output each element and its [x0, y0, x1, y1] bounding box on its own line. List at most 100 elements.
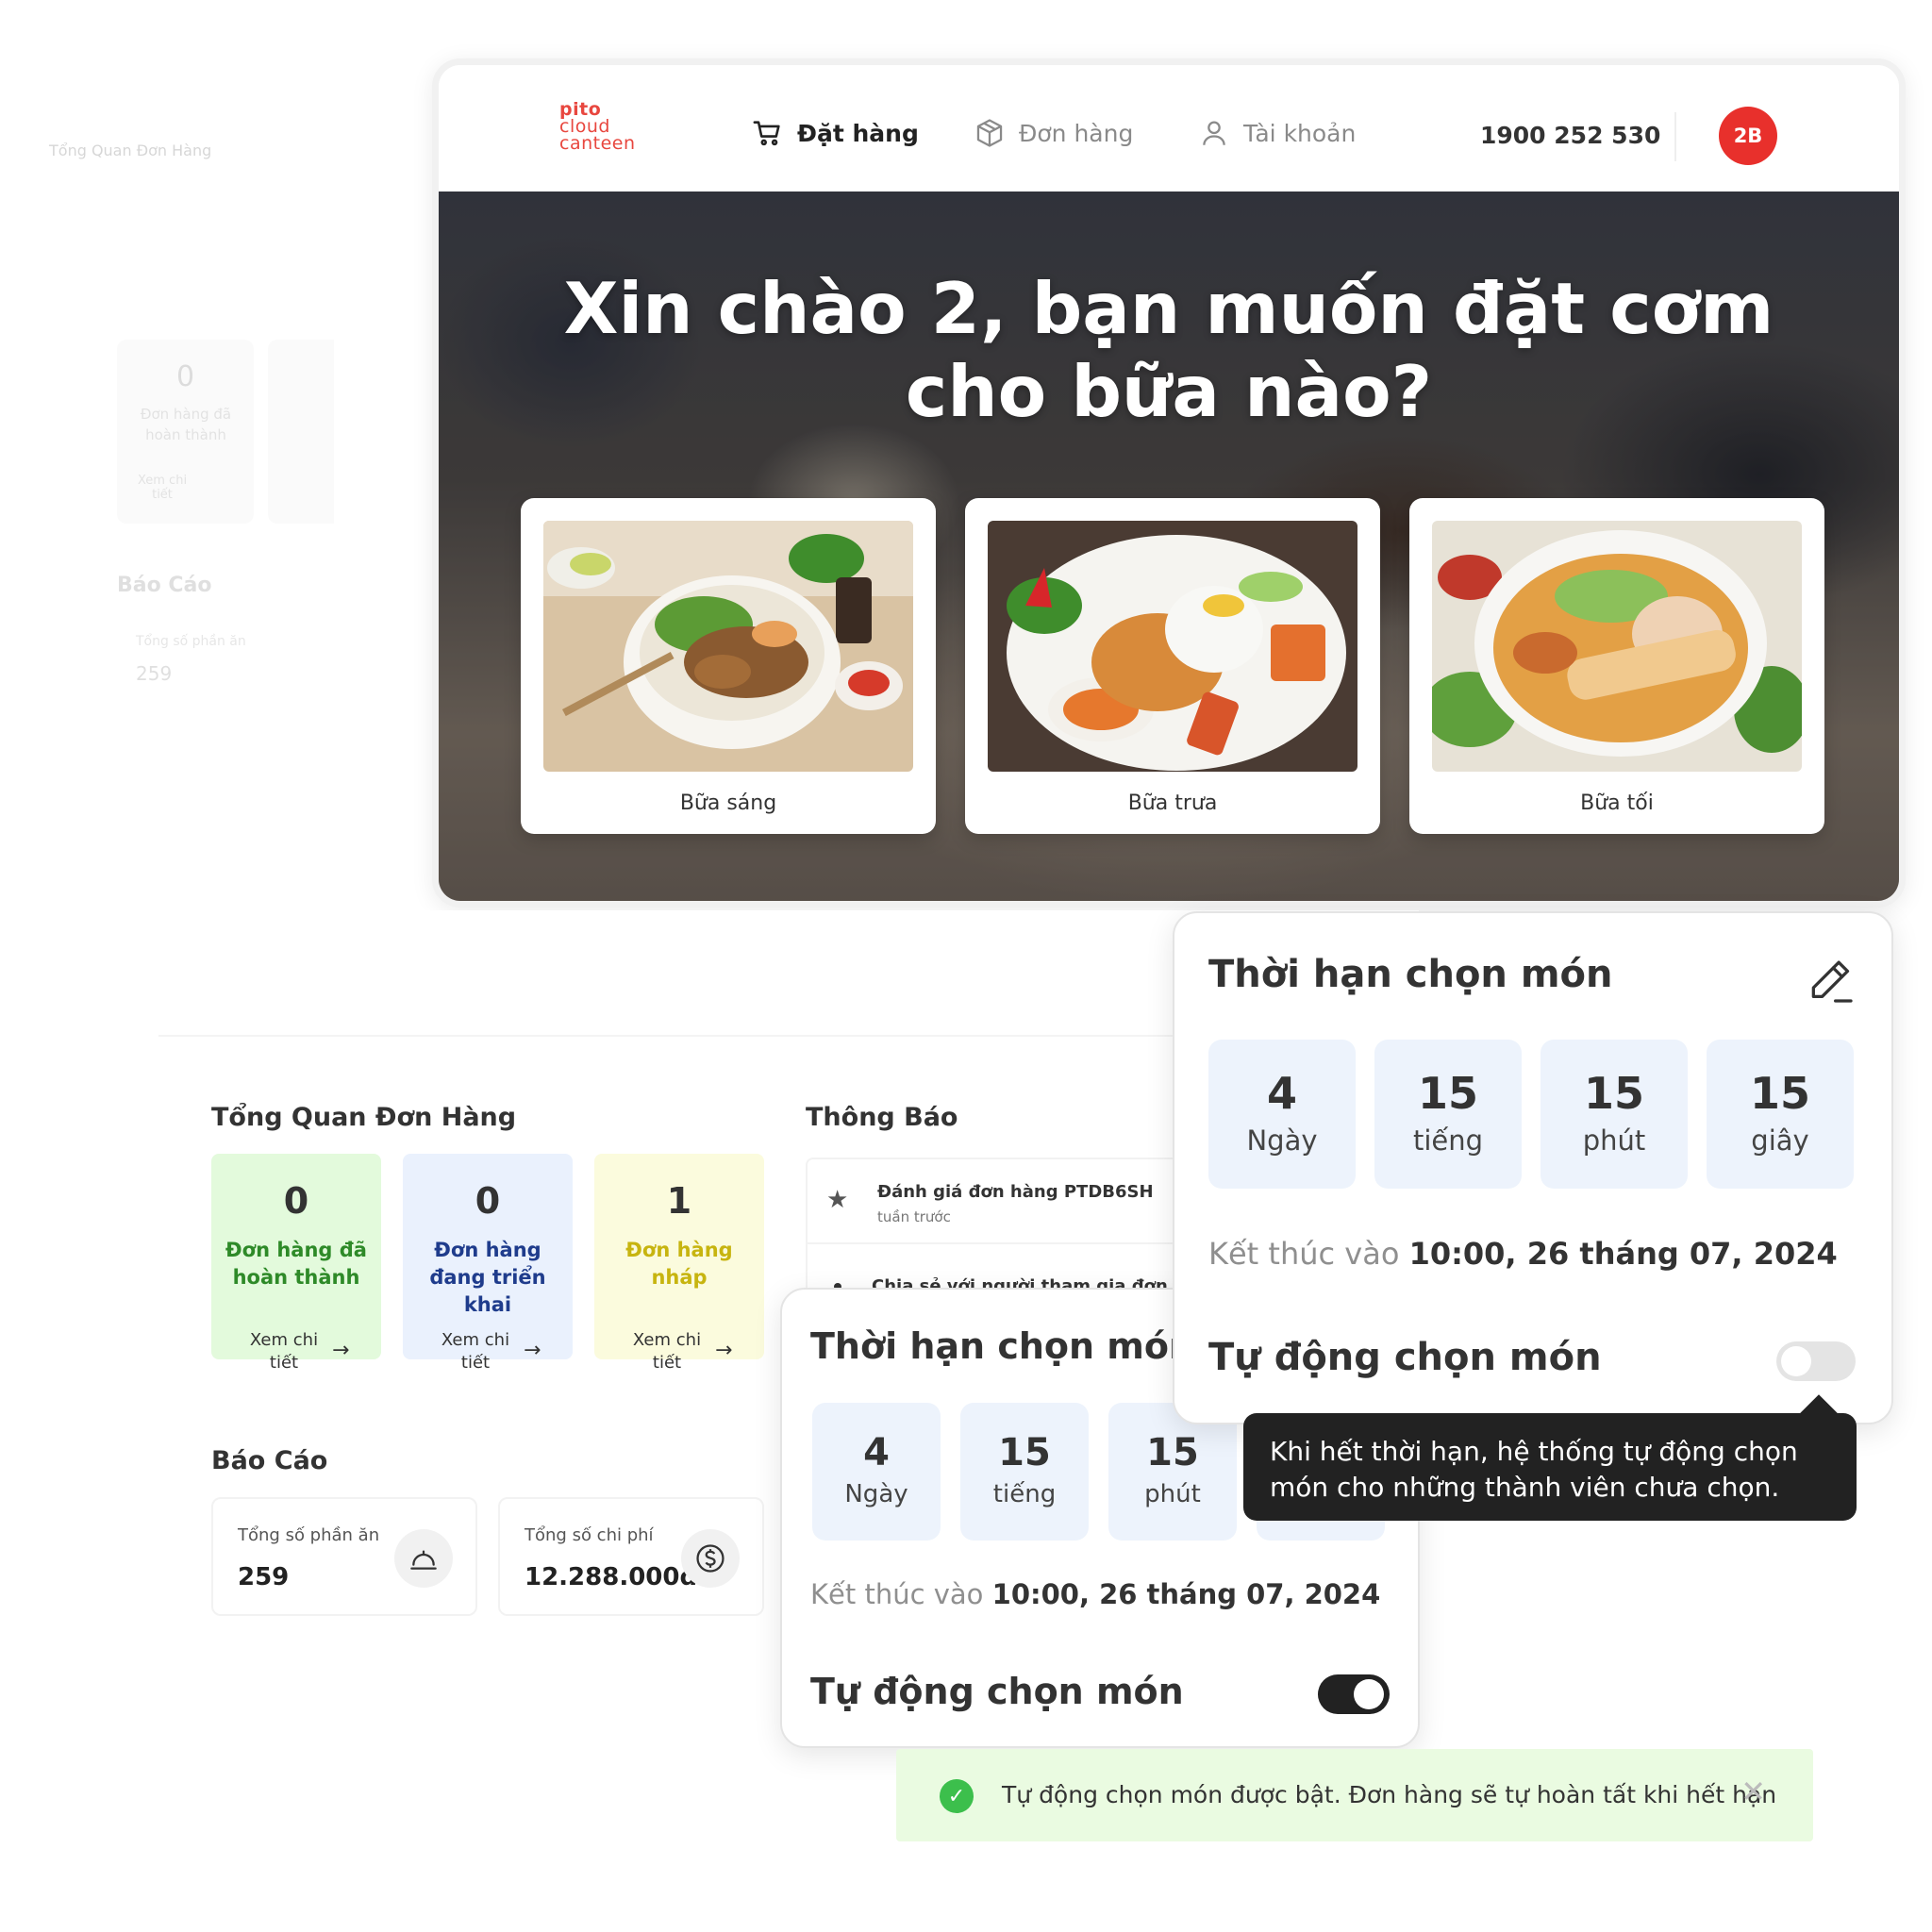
- meal-label-breakfast: Bữa sáng: [679, 791, 777, 815]
- countdown-unit: Ngày: [844, 1480, 908, 1508]
- stat-draft-orders[interactable]: 1 Đơn hàng nháp Xem chi tiết →: [594, 1154, 764, 1373]
- logo-line-3: canteen: [559, 133, 636, 154]
- deadline-panel-top: Thời hạn chọn món 4 Ngày 15 tiếng 15 phú…: [1173, 911, 1893, 1424]
- ghost-stat-link: Xem chi tiết: [137, 474, 188, 502]
- meal-label-lunch: Bữa trưa: [1127, 791, 1218, 815]
- report-value: 259: [238, 1563, 290, 1591]
- end-datetime: 10:00, 26 tháng 07, 2024: [991, 1578, 1381, 1610]
- countdown-hours: 15 tiếng: [1374, 1040, 1522, 1189]
- countdown-value: 4: [863, 1431, 890, 1474]
- nav-item-order[interactable]: Đặt hàng: [752, 114, 919, 152]
- ghost-stat-card: 0 Đơn hàng đã hoàn thành Xem chi tiết: [117, 340, 254, 524]
- arrow-right-icon: →: [715, 1339, 733, 1362]
- stat-label: Đơn hàng đã hoàn thành: [225, 1239, 367, 1289]
- countdown-value: 15: [1583, 1068, 1644, 1119]
- notifications-title: Thông Báo: [806, 1103, 958, 1132]
- report-card-cost: Tổng số chi phí 12.288.000đ: [498, 1497, 764, 1616]
- toggle-knob: [1354, 1679, 1384, 1709]
- countdown-unit: phút: [1582, 1124, 1646, 1157]
- ghost-stat-card-partial: [268, 340, 334, 524]
- cart-icon: [753, 121, 780, 146]
- deadline-end-text: Kết thúc vào 10:00, 26 tháng 07, 2024: [810, 1578, 1380, 1610]
- countdown-value: 4: [1266, 1068, 1297, 1119]
- view-detail-link[interactable]: Xem chi tiết: [435, 1329, 516, 1374]
- ghost-report-value: 259: [136, 662, 173, 685]
- countdown-unit: giây: [1751, 1124, 1809, 1157]
- ghost-title: Tổng Quan Đơn Hàng: [49, 142, 212, 159]
- notification-item[interactable]: ★ Đánh giá đơn hàng PTDB6SH tuần trước: [808, 1159, 1200, 1244]
- arrow-right-icon: →: [524, 1339, 541, 1362]
- auto-select-tooltip: Khi hết thời hạn, hệ thống tự động chọn …: [1243, 1413, 1857, 1521]
- countdown-days: 4 Ngày: [1208, 1040, 1356, 1189]
- nav-label-order: Đặt hàng: [797, 119, 919, 147]
- cloche-icon: [394, 1529, 453, 1588]
- hotline-number[interactable]: 1900 252 530: [1480, 122, 1660, 149]
- dinner-image: [1432, 521, 1802, 772]
- overview-title: Tổng Quan Đơn Hàng: [211, 1103, 517, 1132]
- countdown-unit: phút: [1144, 1480, 1201, 1508]
- nav-label-account: Tài khoản: [1243, 119, 1357, 147]
- end-datetime: 10:00, 26 tháng 07, 2024: [1408, 1236, 1838, 1272]
- auto-select-toggle[interactable]: [1776, 1341, 1856, 1381]
- report-value: 12.288.000đ: [525, 1563, 698, 1591]
- countdown-days: 4 Ngày: [812, 1403, 941, 1541]
- panel-title: Thời hạn chọn món: [1208, 953, 1613, 996]
- success-toast: ✓ Tự động chọn món được bật. Đơn hàng sẽ…: [896, 1749, 1813, 1841]
- star-icon: ★: [826, 1186, 849, 1214]
- countdown-hours: 15 tiếng: [960, 1403, 1089, 1541]
- dashboard-divider: [158, 1035, 1234, 1037]
- stat-completed-orders[interactable]: 0 Đơn hàng đã hoàn thành Xem chi tiết →: [211, 1154, 381, 1373]
- ghost-stat-value: 0: [175, 360, 195, 393]
- end-prefix: Kết thúc vào: [810, 1578, 984, 1610]
- close-icon[interactable]: ✕: [1740, 1774, 1766, 1809]
- stat-label: Đơn hàng nháp: [625, 1239, 733, 1289]
- ghost-stat-label: Đơn hàng đã hoàn thành: [140, 406, 232, 443]
- end-prefix: Kết thúc vào: [1208, 1236, 1400, 1272]
- countdown-unit: tiếng: [992, 1480, 1057, 1508]
- report-title: Báo Cáo: [211, 1446, 328, 1475]
- deadline-end-text: Kết thúc vào 10:00, 26 tháng 07, 2024: [1208, 1236, 1838, 1272]
- lunch-image: [988, 521, 1357, 772]
- logo[interactable]: pito cloud canteen: [559, 101, 636, 154]
- auto-select-label: Tự động chọn món: [810, 1671, 1184, 1712]
- user-icon: [1203, 121, 1225, 145]
- countdown-value: 15: [1417, 1068, 1478, 1119]
- report-label: Tổng số chi phí: [525, 1525, 654, 1545]
- nav-item-account[interactable]: Tài khoản: [1198, 114, 1356, 152]
- nav-item-orders[interactable]: Đơn hàng: [974, 114, 1133, 152]
- ghost-report-title: Báo Cáo: [117, 574, 212, 597]
- view-detail-link[interactable]: Xem chi tiết: [243, 1329, 325, 1374]
- countdown-unit: tiếng: [1412, 1124, 1484, 1157]
- meal-card-breakfast[interactable]: Bữa sáng: [521, 498, 936, 834]
- notification-title: Đánh giá đơn hàng PTDB6SH: [877, 1182, 1154, 1202]
- stat-value: 0: [475, 1180, 501, 1222]
- panel-title: Thời hạn chọn món: [810, 1325, 1195, 1367]
- countdown-value: 15: [998, 1431, 1051, 1474]
- countdown-minutes: 15 phút: [1541, 1040, 1688, 1189]
- arrow-right-icon: →: [332, 1339, 350, 1362]
- meal-card-lunch[interactable]: Bữa trưa: [965, 498, 1380, 834]
- top-navigation: pito cloud canteen Đặt hàng Đơn hàng Tài…: [439, 65, 1899, 192]
- report-card-portions: Tổng số phần ăn 259: [211, 1497, 477, 1616]
- nav-divider: [1674, 112, 1676, 161]
- avatar[interactable]: 2B: [1719, 107, 1777, 165]
- hero-title: Xin chào 2, bạn muốn đặt cơm cho bữa nào…: [563, 267, 1774, 433]
- stat-active-orders[interactable]: 0 Đơn hàng đang triển khai Xem chi tiết …: [403, 1154, 573, 1373]
- stat-value: 0: [283, 1180, 309, 1222]
- auto-select-toggle[interactable]: [1318, 1674, 1390, 1714]
- countdown-value: 15: [1749, 1068, 1810, 1119]
- notifications-list: ★ Đánh giá đơn hàng PTDB6SH tuần trước C…: [806, 1158, 1202, 1299]
- toggle-knob: [1781, 1346, 1811, 1376]
- app-window: pito cloud canteen Đặt hàng Đơn hàng Tài…: [432, 58, 1906, 908]
- auto-select-label: Tự động chọn món: [1208, 1336, 1602, 1379]
- stat-value: 1: [666, 1180, 692, 1222]
- report-label: Tổng số phần ăn: [238, 1525, 380, 1545]
- meal-label-dinner: Bữa tối: [1580, 791, 1654, 815]
- view-detail-link[interactable]: Xem chi tiết: [626, 1329, 708, 1374]
- hero-banner: Xin chào 2, bạn muốn đặt cơm cho bữa nào…: [439, 192, 1899, 901]
- nav-label-orders: Đơn hàng: [1019, 119, 1134, 147]
- breakfast-image: [543, 521, 913, 772]
- edit-pencil-icon[interactable]: [1805, 955, 1857, 1008]
- meal-card-dinner[interactable]: Bữa tối: [1409, 498, 1824, 834]
- countdown-unit: Ngày: [1246, 1124, 1318, 1157]
